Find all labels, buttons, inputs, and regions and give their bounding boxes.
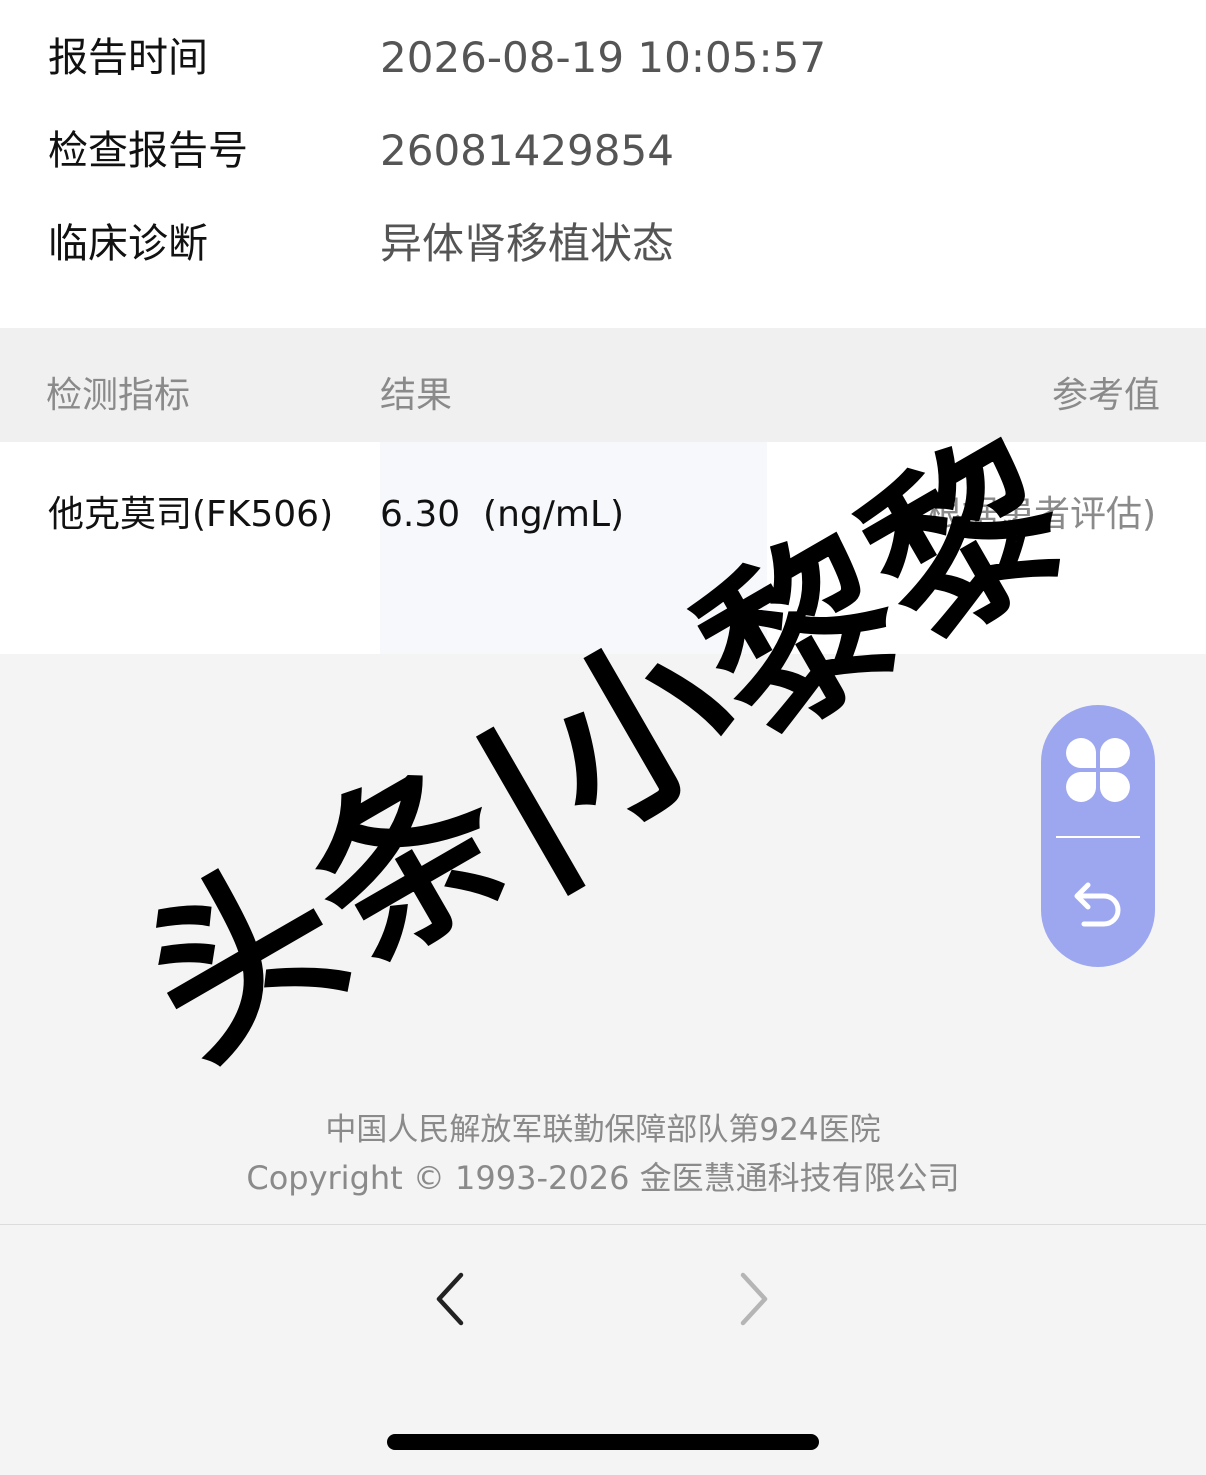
home-indicator[interactable] bbox=[387, 1434, 819, 1450]
hospital-name: 中国人民解放军联勤保障部队第924医院 bbox=[325, 1112, 881, 1148]
header-result: 结果 bbox=[380, 375, 453, 416]
report-number-value: 26081429854 bbox=[380, 126, 674, 175]
copyright-text: Copyright © 1993-2026 金医慧通科技有限公司 bbox=[246, 1159, 960, 1197]
undo-icon bbox=[1074, 882, 1121, 927]
result-value: 6.30 (ng/mL) bbox=[380, 494, 625, 535]
toolbar-divider bbox=[1056, 836, 1140, 838]
header-reference: 参考值 bbox=[1051, 375, 1160, 416]
clinical-diagnosis-value: 异体肾移植状态 bbox=[380, 219, 675, 268]
report-number-row: 检查报告号 26081429854 bbox=[0, 121, 1206, 181]
chevron-right-icon bbox=[740, 1272, 768, 1326]
forward-button[interactable] bbox=[723, 1269, 783, 1329]
report-time-value: 2026-08-19 10:05:57 bbox=[380, 33, 827, 82]
return-button[interactable] bbox=[1041, 847, 1155, 961]
indicator-name: 他克莫司(FK506) bbox=[48, 494, 334, 535]
header-indicator: 检测指标 bbox=[46, 375, 191, 416]
chevron-left-icon bbox=[436, 1272, 464, 1326]
report-time-row: 报告时间 2026-08-19 10:05:57 bbox=[0, 28, 1206, 88]
back-button[interactable] bbox=[421, 1269, 481, 1329]
menu-button[interactable] bbox=[1041, 713, 1155, 827]
results-table-header: 检测指标 结果 参考值 bbox=[0, 328, 1206, 442]
report-info-section: 报告时间 2026-08-19 10:05:57 检查报告号 260814298… bbox=[0, 0, 1206, 328]
clover-icon bbox=[1066, 738, 1130, 802]
floating-toolbar bbox=[1041, 705, 1155, 967]
report-number-label: 检查报告号 bbox=[48, 128, 248, 174]
clinical-diagnosis-row: 临床诊断 异体肾移植状态 bbox=[0, 214, 1206, 274]
report-time-label: 报告时间 bbox=[48, 35, 208, 81]
clinical-diagnosis-label: 临床诊断 bbox=[48, 221, 208, 267]
